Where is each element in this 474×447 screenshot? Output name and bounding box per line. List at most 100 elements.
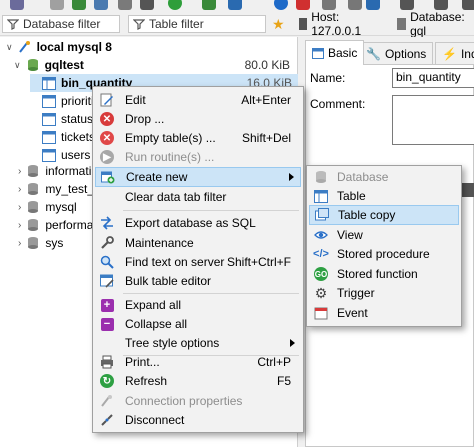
host-label[interactable]: Host: 127.0.0.1 (311, 10, 381, 38)
submenu-item-label: View (337, 228, 363, 242)
table-edit-icon (99, 273, 115, 289)
view-icon (313, 227, 329, 243)
star-icon[interactable]: ★ (272, 16, 285, 33)
menu-item-label: Edit (125, 93, 146, 107)
database-filter[interactable]: Database filter (2, 15, 120, 33)
export-icon (99, 215, 115, 231)
menu-item-label: Find text on server (125, 255, 225, 269)
table-filter[interactable]: Table filter (128, 15, 266, 33)
database-icon (313, 169, 329, 185)
tab-options[interactable]: 🔧 Options (359, 42, 434, 64)
chevron-right-icon[interactable]: › (18, 238, 21, 249)
tab-basic[interactable]: Basic (305, 40, 365, 65)
menu-item-bulk-editor[interactable]: Bulk table editor (95, 271, 301, 291)
menu-item-label: Drop ... (125, 112, 165, 126)
menu-item-tree-style[interactable]: Tree style options (95, 333, 301, 353)
menu-item-find-text[interactable]: Find text on server Shift+Ctrl+F (95, 252, 301, 272)
menu-shortcut: F5 (276, 374, 291, 388)
menu-item-print[interactable]: Print... Ctrl+P (95, 352, 301, 372)
funnel-icon (133, 19, 145, 30)
chevron-down-icon[interactable]: ∨ (14, 60, 21, 71)
submenu-item-stored-procedure[interactable]: </> Stored procedure (309, 244, 459, 264)
grid2-icon[interactable] (94, 0, 108, 10)
tree-table[interactable]: tickets (42, 128, 95, 146)
submenu-item-view[interactable]: View (309, 225, 459, 245)
wrench-tool-icon[interactable] (10, 0, 24, 10)
filter-bar: Database filter Table filter ★ Host: 127… (0, 10, 474, 38)
play3-icon[interactable] (462, 0, 474, 10)
chevron-right-icon[interactable]: › (18, 220, 21, 231)
print-toolbar-icon[interactable] (140, 0, 154, 10)
menu-item-connection-properties: Connection properties (95, 391, 301, 411)
submenu-item-table-copy[interactable]: Table copy (309, 205, 459, 225)
menu-item-label: Connection properties (125, 394, 243, 408)
submenu-arrow-icon (290, 339, 295, 347)
menu-item-edit[interactable]: Edit Alt+Enter (95, 90, 301, 110)
wrench-icon (99, 235, 115, 251)
tree-database[interactable]: › performa (18, 216, 93, 234)
user-toolbar-icon[interactable] (228, 0, 242, 10)
tree-database-gqltest[interactable]: ∨ gqltest 80.0 KiB (14, 56, 294, 74)
right-scroll-control[interactable] (461, 183, 474, 197)
database-icon (28, 219, 39, 231)
submenu-item-event[interactable]: Event (309, 303, 459, 323)
database-label[interactable]: Database: gql (410, 10, 474, 38)
submenu-item-trigger[interactable]: ⚙ Trigger (309, 283, 459, 303)
tab-indexes[interactable]: ⚡ Index (435, 42, 474, 64)
grid-icon[interactable] (72, 0, 86, 10)
chevron-down-icon[interactable]: ∨ (6, 42, 13, 53)
chevron-right-icon[interactable]: › (18, 166, 21, 177)
submenu-item-label: Database (337, 170, 389, 184)
table-icon (42, 94, 56, 108)
play-icon[interactable] (400, 0, 414, 10)
table-icon (42, 148, 56, 162)
comment-label: Comment: (310, 97, 366, 111)
refresh-toolbar-icon[interactable] (168, 0, 182, 10)
menu-item-label: Clear data tab filter (125, 190, 227, 204)
menu-item-label: Create new (126, 170, 188, 184)
chevron-right-icon[interactable]: › (18, 202, 21, 213)
menu-item-collapse-all[interactable]: − Collapse all (95, 314, 301, 334)
help-icon[interactable] (274, 0, 288, 10)
run-icon: ▶ (99, 149, 115, 165)
menu-item-disconnect[interactable]: Disconnect (95, 410, 301, 430)
sql-icon[interactable] (366, 0, 380, 10)
document-icon[interactable] (50, 0, 64, 10)
name-field[interactable]: bin_quantity (392, 68, 474, 88)
wrench-icon: 🔧 (366, 46, 381, 61)
menu-item-create-new[interactable]: Create new (95, 167, 301, 187)
tree-database[interactable]: › mysql (18, 198, 77, 216)
tree-root[interactable]: ∨ local mysql 8 (6, 38, 112, 56)
menu-item-label: Tree style options (125, 336, 220, 350)
chevron-right-icon[interactable]: › (18, 184, 21, 195)
tree-database[interactable]: › sys (18, 234, 63, 252)
undo-icon[interactable] (118, 0, 132, 10)
menu-item-refresh[interactable]: ↻ Refresh F5 (95, 371, 301, 391)
menu-item-clear-filter[interactable]: Clear data tab filter (95, 187, 301, 207)
tree-root-label: local mysql 8 (36, 40, 112, 54)
submenu-item-label: Table (337, 189, 366, 203)
menu-item-maintenance[interactable]: Maintenance (95, 233, 301, 253)
menu-item-drop[interactable]: ✕ Drop ... (95, 109, 301, 129)
stop-icon[interactable] (296, 0, 310, 10)
database-icon (28, 201, 39, 213)
refresh-icon: ↻ (99, 373, 115, 389)
submenu-item-table[interactable]: Table (309, 186, 459, 206)
context-menu: Edit Alt+Enter ✕ Drop ... ✕ Empty table(… (92, 86, 304, 433)
gear-icon: ⚙ (314, 284, 328, 301)
tree-database[interactable]: › my_test_d (18, 180, 101, 198)
menu-item-expand-all[interactable]: + Expand all (95, 295, 301, 315)
table-toolbar-icon[interactable] (202, 0, 216, 10)
search-icon (99, 254, 115, 270)
menu-separator (123, 293, 299, 294)
next-icon[interactable] (348, 0, 362, 10)
tree-table[interactable]: status (42, 110, 93, 128)
first-icon[interactable] (322, 0, 336, 10)
menu-item-empty-tables[interactable]: ✕ Empty table(s) ... Shift+Del (95, 128, 301, 148)
play2-icon[interactable] (434, 0, 448, 10)
tree-database[interactable]: › informati (18, 162, 91, 180)
comment-field[interactable] (392, 95, 474, 145)
disconnect-icon (99, 412, 115, 428)
submenu-item-stored-function[interactable]: GO Stored function (309, 264, 459, 284)
menu-item-export-sql[interactable]: Export database as SQL (95, 213, 301, 233)
